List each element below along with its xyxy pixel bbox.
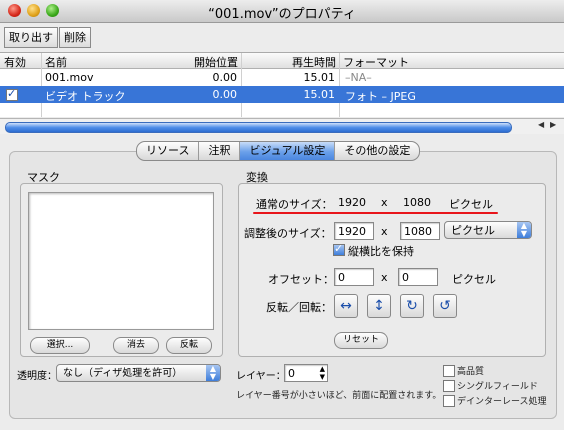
row-start: 0.00 — [212, 71, 238, 84]
col-header-format[interactable]: フォーマット — [343, 54, 409, 70]
keep-aspect-label: 縦横比を保持 — [348, 245, 414, 258]
rotate-clockwise-icon[interactable]: ↻ — [400, 294, 424, 318]
transparency-popup[interactable]: なし（ディザ処理を許可） ▲ ▼ — [56, 364, 221, 382]
table-row[interactable]: 001.mov 0.00 15.01 –NA– — [0, 69, 564, 86]
times-sign: x — [381, 271, 388, 284]
col-header-enabled[interactable]: 有効 — [4, 54, 26, 70]
layer-label: レイヤー： — [236, 371, 286, 382]
scroll-left-icon[interactable]: ◀ — [538, 120, 544, 129]
delete-button[interactable]: 削除 — [59, 27, 91, 48]
red-underline-annotation — [253, 212, 498, 214]
unit-popup-value: ピクセル — [451, 224, 495, 237]
tab-resources[interactable]: リソース — [137, 142, 200, 160]
mask-select-button[interactable]: 選択... — [30, 337, 90, 354]
single-field-checkbox[interactable] — [443, 380, 455, 392]
layer-hint: レイヤー番号が小さいほど、前面に配置されます。 — [236, 391, 442, 401]
popup-arrows-icon: ▲ ▼ — [517, 222, 531, 238]
deinterlace-label: デインターレース処理 — [457, 397, 547, 407]
offset-unit: ピクセル — [452, 273, 496, 286]
table-row-selected[interactable]: ビデオ トラック 0.00 15.01 フォト – JPEG — [0, 86, 564, 103]
row-duration: 15.01 — [303, 88, 336, 101]
col-header-name[interactable]: 名前 — [45, 54, 67, 70]
row-name: ビデオ トラック — [45, 90, 126, 103]
scroll-right-icon[interactable]: ▶ — [550, 120, 556, 129]
times-sign: x — [381, 196, 388, 209]
rotate-counterclockwise-icon[interactable]: ↺ — [433, 294, 457, 318]
flip-vertical-icon[interactable]: ↕ — [367, 294, 391, 318]
row-format: –NA– — [345, 71, 372, 84]
normal-size-label: 通常のサイズ： — [256, 198, 333, 211]
deinterlace-checkbox[interactable] — [443, 395, 455, 407]
adjusted-size-label: 調整後のサイズ： — [244, 227, 332, 240]
col-header-start[interactable]: 開始位置 — [194, 54, 238, 70]
properties-window: “001.mov”のプロパティ 取り出す 削除 有効 名前 開始位置 再生時間 … — [0, 0, 564, 430]
transparency-label: 透明度： — [17, 371, 57, 382]
times-sign: x — [381, 225, 388, 238]
mask-erase-button[interactable]: 消去 — [113, 337, 159, 354]
offset-x-field[interactable]: 0 — [334, 268, 374, 286]
layer-field[interactable]: 0 ▲ ▼ — [284, 364, 328, 382]
offset-y-field[interactable]: 0 — [398, 268, 438, 286]
row-name: 001.mov — [45, 71, 94, 84]
single-field-label: シングルフィールド — [457, 382, 538, 392]
popup-arrows-icon: ▲ ▼ — [206, 365, 220, 381]
row-duration: 15.01 — [303, 71, 336, 84]
row-start: 0.00 — [212, 88, 238, 101]
mask-image-well[interactable] — [28, 192, 214, 330]
track-table: 有効 名前 開始位置 再生時間 フォーマット 001.mov 0.00 15.0… — [0, 52, 564, 117]
normal-height: 1080 — [403, 196, 431, 209]
tab-other-settings[interactable]: その他の設定 — [335, 142, 419, 160]
flip-horizontal-icon[interactable]: ↔ — [334, 294, 358, 318]
toolbar: 取り出す 削除 — [0, 23, 564, 49]
unit-popup[interactable]: ピクセル ▲ ▼ — [444, 221, 532, 239]
stepper-icon[interactable]: ▲ ▼ — [320, 365, 325, 381]
keep-aspect-checkbox[interactable] — [333, 242, 345, 256]
normal-unit: ピクセル — [449, 198, 493, 211]
col-header-duration[interactable]: 再生時間 — [292, 54, 336, 70]
offset-label: オフセット： — [268, 273, 334, 286]
extract-button[interactable]: 取り出す — [4, 27, 58, 48]
scrollbar-thumb[interactable] — [5, 122, 512, 133]
normal-width: 1920 — [338, 196, 366, 209]
high-quality-checkbox[interactable] — [443, 365, 455, 377]
tab-annotations[interactable]: 注釈 — [199, 142, 241, 160]
tab-bar: リソース 注釈 ビジュアル設定 その他の設定 — [136, 141, 421, 161]
adjusted-width-field[interactable]: 1920 — [334, 222, 374, 240]
flip-rotate-label: 反転／回転： — [266, 301, 332, 314]
enabled-checkbox[interactable] — [6, 87, 18, 101]
reset-button[interactable]: リセット — [334, 332, 388, 349]
mask-invert-button[interactable]: 反転 — [166, 337, 212, 354]
table-header: 有効 名前 開始位置 再生時間 フォーマット — [0, 53, 564, 69]
transparency-value: なし（ディザ処理を許可） — [63, 368, 183, 379]
horizontal-scrollbar[interactable]: ◀ ▶ — [0, 118, 564, 134]
row-format: フォト – JPEG — [345, 90, 416, 103]
title-bar[interactable]: “001.mov”のプロパティ — [0, 0, 564, 23]
high-quality-label: 高品質 — [457, 367, 485, 377]
layer-value: 0 — [288, 367, 295, 380]
window-title: “001.mov”のプロパティ — [208, 7, 356, 22]
adjusted-height-field[interactable]: 1080 — [400, 222, 440, 240]
tab-visual-settings[interactable]: ビジュアル設定 — [240, 142, 336, 160]
